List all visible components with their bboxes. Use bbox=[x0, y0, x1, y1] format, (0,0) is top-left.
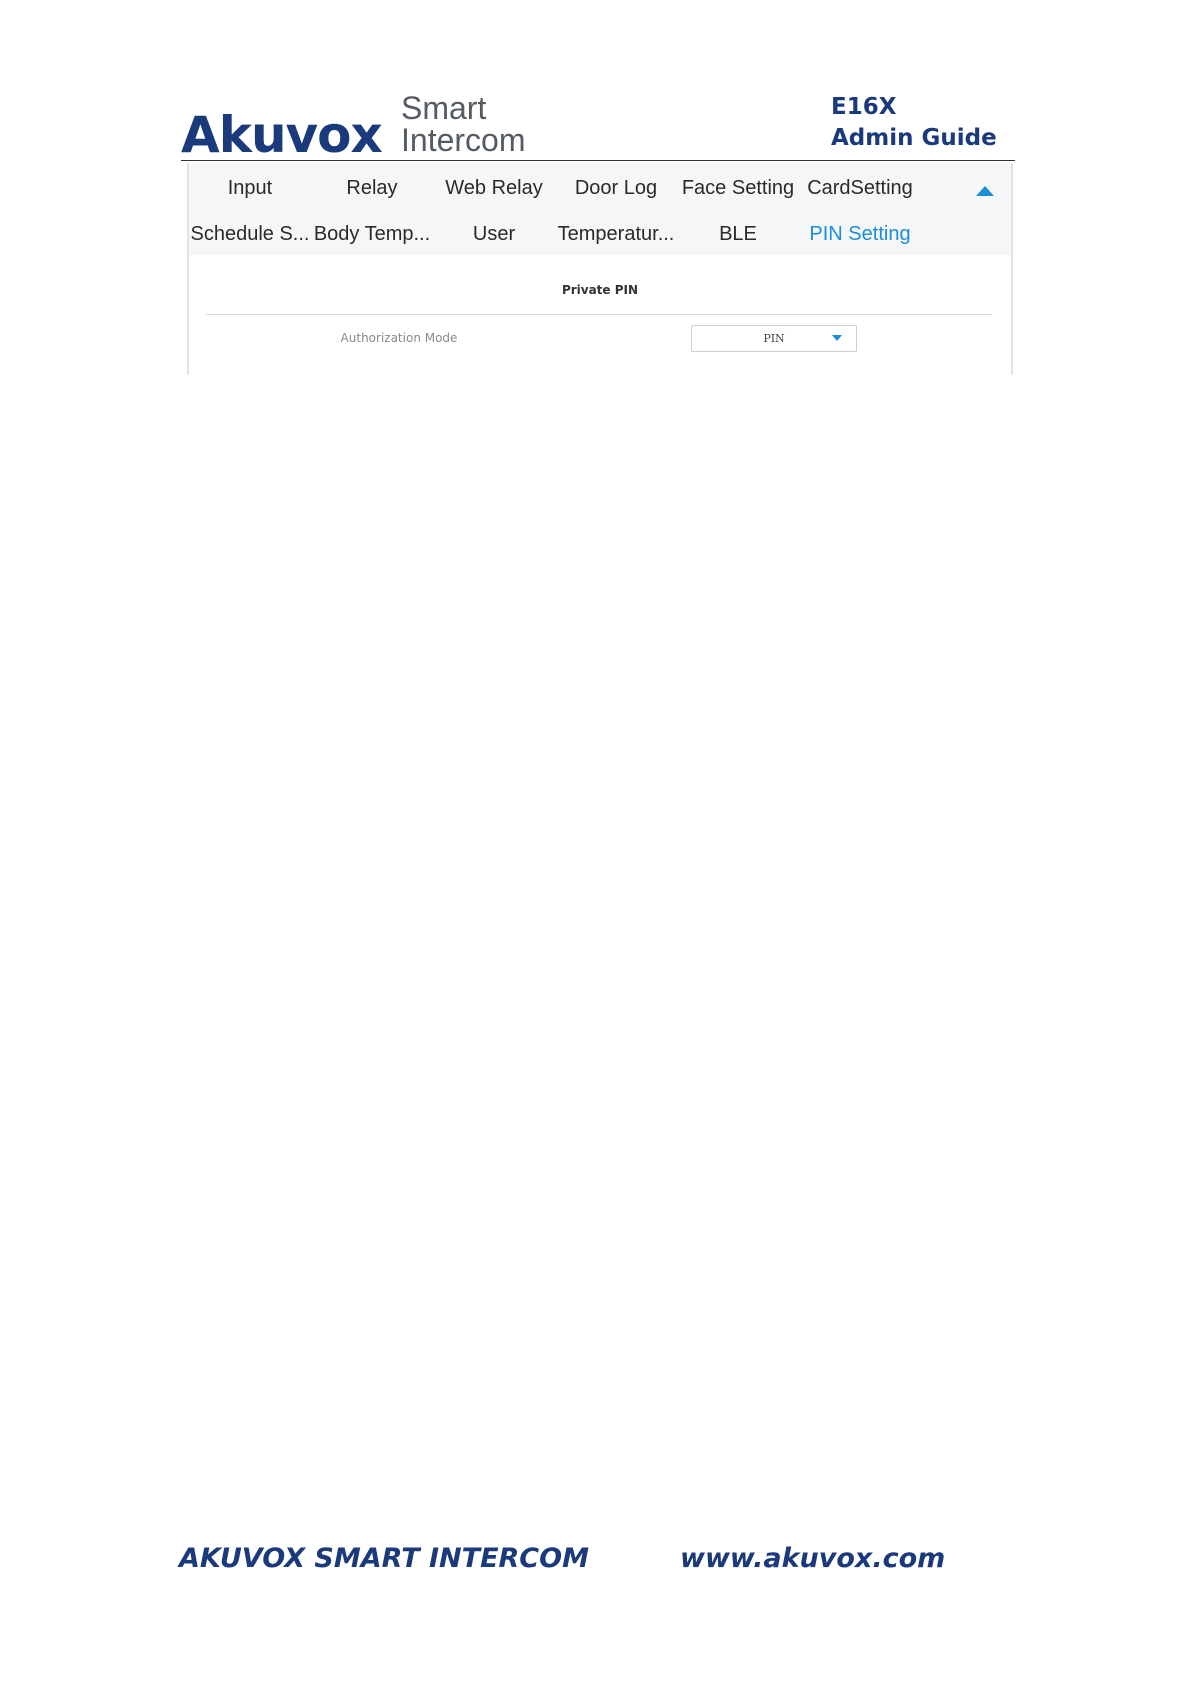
tab-body-temp[interactable]: Body Temp... bbox=[311, 223, 433, 246]
logo-brand-text: Akuvox bbox=[181, 106, 383, 164]
tab-bar: Input Relay Web Relay Door Log Face Sett… bbox=[189, 163, 1011, 255]
header-divider bbox=[181, 160, 1015, 161]
caret-up-icon[interactable] bbox=[976, 186, 994, 196]
tab-input[interactable]: Input bbox=[189, 177, 311, 200]
tab-schedule[interactable]: Schedule S... bbox=[189, 223, 311, 246]
tab-temperature[interactable]: Temperatur... bbox=[555, 223, 677, 246]
tab-face-setting[interactable]: Face Setting bbox=[677, 177, 799, 200]
tab-relay[interactable]: Relay bbox=[311, 177, 433, 200]
section-title: Private PIN bbox=[561, 283, 639, 297]
tab-pin-setting[interactable]: PIN Setting bbox=[799, 223, 921, 246]
chevron-down-icon bbox=[832, 335, 842, 341]
tab-door-log[interactable]: Door Log bbox=[555, 177, 677, 200]
logo-tagline: Smart Intercom bbox=[401, 92, 525, 156]
tab-ble[interactable]: BLE bbox=[677, 223, 799, 246]
logo-tagline-line2: Intercom bbox=[401, 122, 526, 158]
logo-tagline-line1: Smart bbox=[401, 90, 487, 126]
authorization-mode-select[interactable]: PIN bbox=[691, 325, 857, 352]
document-model: E16X bbox=[831, 94, 897, 120]
footer-company: AKUVOX SMART INTERCOM bbox=[179, 1543, 589, 1574]
settings-screenshot-panel: Input Relay Web Relay Door Log Face Sett… bbox=[187, 163, 1013, 375]
section-divider bbox=[206, 314, 992, 315]
tab-web-relay[interactable]: Web Relay bbox=[433, 177, 555, 200]
footer-website: www.akuvox.com bbox=[680, 1543, 946, 1574]
document-title: E16X Admin Guide bbox=[831, 92, 997, 154]
tab-card-setting[interactable]: CardSetting bbox=[799, 177, 921, 200]
tab-user[interactable]: User bbox=[433, 223, 555, 246]
document-name: Admin Guide bbox=[831, 125, 997, 151]
authorization-mode-label: Authorization Mode bbox=[340, 331, 458, 345]
